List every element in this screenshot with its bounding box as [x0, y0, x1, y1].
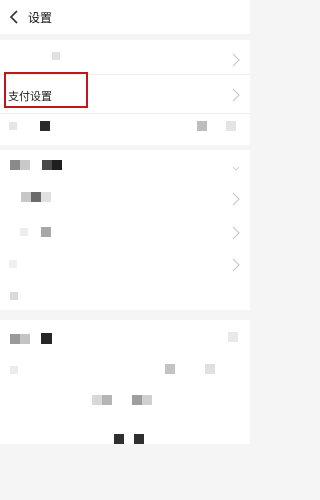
blurred-text [31, 192, 41, 202]
blurred-text [92, 395, 102, 405]
blurred-text [52, 52, 60, 60]
settings-group-3 [0, 320, 250, 444]
blurred-text [52, 160, 62, 170]
blurred-text [134, 434, 144, 444]
settings-group-2 [0, 150, 250, 310]
blurred-text [20, 160, 30, 170]
blurred-text [10, 334, 20, 344]
settings-row-blurred-9[interactable] [0, 358, 250, 388]
blurred-text [20, 334, 30, 344]
blurred-text [41, 227, 51, 237]
page-title: 设置 [28, 10, 53, 25]
blurred-text [10, 366, 18, 374]
blurred-value [205, 364, 215, 374]
blurred-value [165, 364, 175, 374]
chevron-right-icon [232, 258, 240, 272]
blurred-value [226, 121, 236, 131]
settings-row-blurred-5[interactable] [0, 216, 250, 248]
blurred-text [9, 122, 17, 130]
blurred-text [142, 395, 152, 405]
blurred-text [41, 192, 51, 202]
settings-row-blurred-6[interactable] [0, 250, 250, 280]
blurred-text [40, 121, 50, 131]
chevron-right-icon [232, 192, 240, 206]
settings-row-blurred-11[interactable] [0, 424, 250, 444]
settings-row-blurred-10[interactable] [0, 390, 250, 414]
highlight-box [4, 72, 88, 108]
blurred-text [42, 160, 52, 170]
settings-row-blurred-4[interactable] [0, 182, 250, 214]
chevron-right-icon [232, 226, 240, 240]
blurred-text [9, 260, 17, 268]
blurred-text [132, 395, 142, 405]
back-button[interactable] [0, 0, 28, 34]
blurred-text [10, 160, 20, 170]
settings-row-blurred-2[interactable] [0, 114, 250, 145]
chevron-down-icon [232, 166, 240, 171]
blurred-text [41, 333, 52, 344]
chevron-left-icon [9, 10, 18, 24]
top-bar: 设置 [0, 0, 250, 34]
blurred-text [21, 192, 31, 202]
blurred-text [20, 228, 28, 236]
settings-row-blurred-8[interactable] [0, 320, 250, 356]
chevron-right-icon [232, 88, 240, 102]
blurred-text [102, 395, 112, 405]
blurred-value [197, 121, 207, 131]
blurred-text [114, 434, 124, 444]
blurred-icon [228, 332, 238, 342]
settings-row-blurred-3[interactable] [0, 150, 250, 180]
blurred-text [10, 292, 18, 300]
settings-row-blurred-7[interactable] [0, 282, 250, 310]
chevron-right-icon [232, 53, 240, 67]
